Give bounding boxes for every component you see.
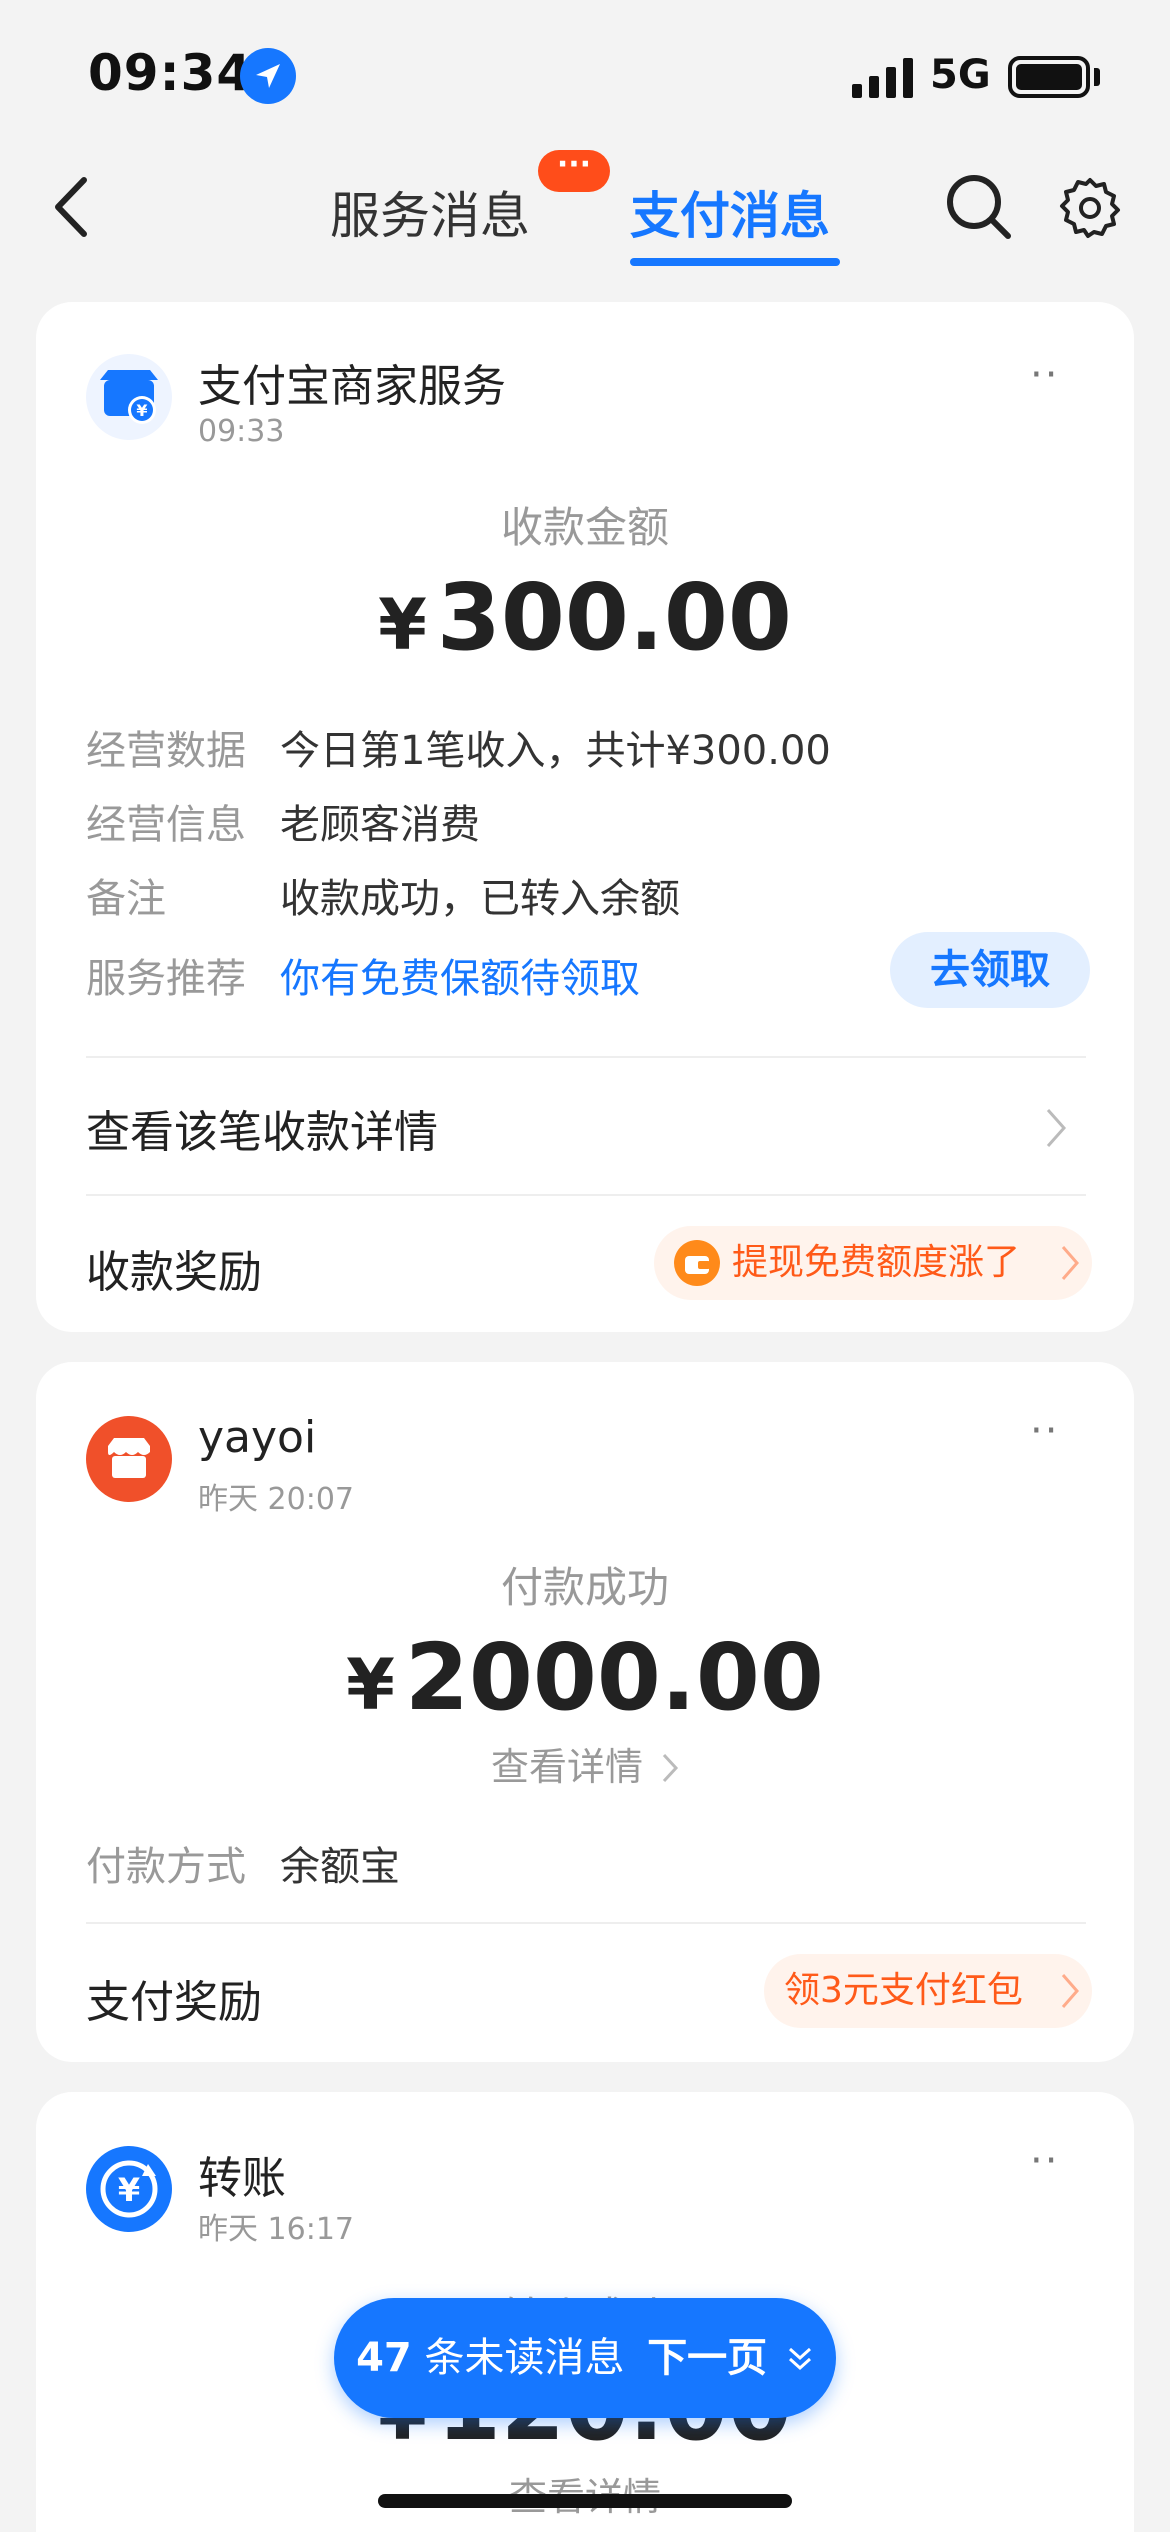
- battery-cap: [1094, 68, 1100, 86]
- merchant-store-icon: [86, 1416, 172, 1502]
- tab-service-messages[interactable]: 服务消息: [330, 176, 530, 248]
- amount-value: ¥300.00: [36, 564, 1134, 671]
- back-arrow-icon[interactable]: [44, 172, 100, 242]
- currency-symbol: ¥: [378, 584, 427, 666]
- payment-card: yayoi 昨天 20:07 ·· 付款成功 ¥2000.00 查看详情 付款方…: [36, 1362, 1134, 2062]
- message-time: 昨天 16:17: [198, 2212, 354, 2247]
- transfer-icon: ¥: [86, 2146, 172, 2232]
- message-time: 09:33: [198, 414, 285, 449]
- merchant-name: 支付宝商家服务: [198, 361, 506, 412]
- row-value: 收款成功，已转入余额: [280, 876, 680, 922]
- view-detail-label: 查看详情: [490, 1745, 643, 1789]
- merchant-service-icon: ¥: [86, 354, 172, 440]
- divider: [86, 1922, 1086, 1924]
- amount-caption: 付款成功: [500, 1563, 669, 1612]
- reward-title: 收款奖励: [86, 1247, 262, 1298]
- row-value: 余额宝: [280, 1844, 400, 1890]
- status-time: 09:34: [88, 44, 253, 102]
- gear-icon[interactable]: [1058, 176, 1122, 240]
- amount-value: ¥2000.00: [36, 1624, 1134, 1731]
- svg-text:¥: ¥: [118, 2171, 140, 2209]
- reward-pill-label: 领3元支付红包: [784, 1970, 1023, 2011]
- next-page-label: 下一页: [647, 2335, 768, 2381]
- more-icon[interactable]: ··: [1030, 1408, 1059, 1454]
- active-tab-indicator: [630, 258, 840, 266]
- view-detail-link[interactable]: 查看详情: [36, 1736, 1134, 1791]
- chevron-right-icon: [662, 1753, 679, 1783]
- unread-text: 条未读消息: [424, 2335, 625, 2381]
- row-label: 付款方式: [86, 1844, 246, 1890]
- reward-pill[interactable]: 提现免费额度涨了: [654, 1226, 1092, 1300]
- claim-button[interactable]: 去领取: [890, 932, 1090, 1008]
- next-page-unread-button[interactable]: 47 条未读消息 下一页: [334, 2298, 836, 2418]
- tab-payment-messages[interactable]: 支付消息: [630, 176, 830, 248]
- svg-text:¥: ¥: [136, 401, 147, 420]
- double-chevron-down-icon: [788, 2347, 811, 2371]
- chevron-right-icon: [1061, 1246, 1079, 1280]
- row-label: 经营信息: [86, 802, 246, 848]
- merchant-name: 转账: [198, 2153, 286, 2204]
- divider: [86, 1194, 1086, 1196]
- row-value: 今日第1笔收入，共计¥300.00: [280, 728, 831, 774]
- reward-title: 支付奖励: [86, 1977, 262, 2028]
- chevron-right-icon: [1046, 1109, 1067, 1147]
- row-label: 备注: [86, 876, 166, 922]
- row-label: 服务推荐: [86, 956, 246, 1002]
- wallet-icon: [674, 1240, 720, 1286]
- more-icon[interactable]: ··: [1030, 2138, 1059, 2184]
- merchant-name: yayoi: [198, 1412, 317, 1463]
- view-receipt-detail-link[interactable]: 查看该笔收款详情: [86, 1096, 438, 1160]
- unread-count: 47: [356, 2335, 412, 2381]
- reward-pill[interactable]: 领3元支付红包: [764, 1954, 1092, 2028]
- amount-number: 2000.00: [404, 1624, 824, 1731]
- home-indicator: [378, 2494, 792, 2508]
- unread-badge: ···: [538, 150, 610, 192]
- free-coverage-link[interactable]: 你有免费保额待领取: [280, 946, 640, 1004]
- signal-icon: [852, 58, 913, 98]
- amount-caption: 收款金额: [500, 503, 669, 552]
- battery-icon: [1008, 56, 1090, 98]
- more-icon[interactable]: ··: [1030, 352, 1059, 398]
- currency-symbol: ¥: [346, 1644, 395, 1726]
- row-value: 老顾客消费: [280, 802, 480, 848]
- message-time: 昨天 20:07: [198, 1482, 354, 1517]
- payment-card: ¥ 支付宝商家服务 09:33 ·· 收款金额 ¥300.00 经营数据 今日第…: [36, 302, 1134, 1332]
- row-label: 经营数据: [86, 728, 246, 774]
- amount-number: 300.00: [436, 564, 792, 671]
- divider: [86, 1056, 1086, 1058]
- chevron-right-icon: [1061, 1974, 1079, 2008]
- reward-pill-label: 提现免费额度涨了: [732, 1242, 1021, 1283]
- network-label: 5G: [930, 52, 991, 98]
- location-icon: [240, 48, 296, 104]
- search-icon[interactable]: [944, 172, 1014, 242]
